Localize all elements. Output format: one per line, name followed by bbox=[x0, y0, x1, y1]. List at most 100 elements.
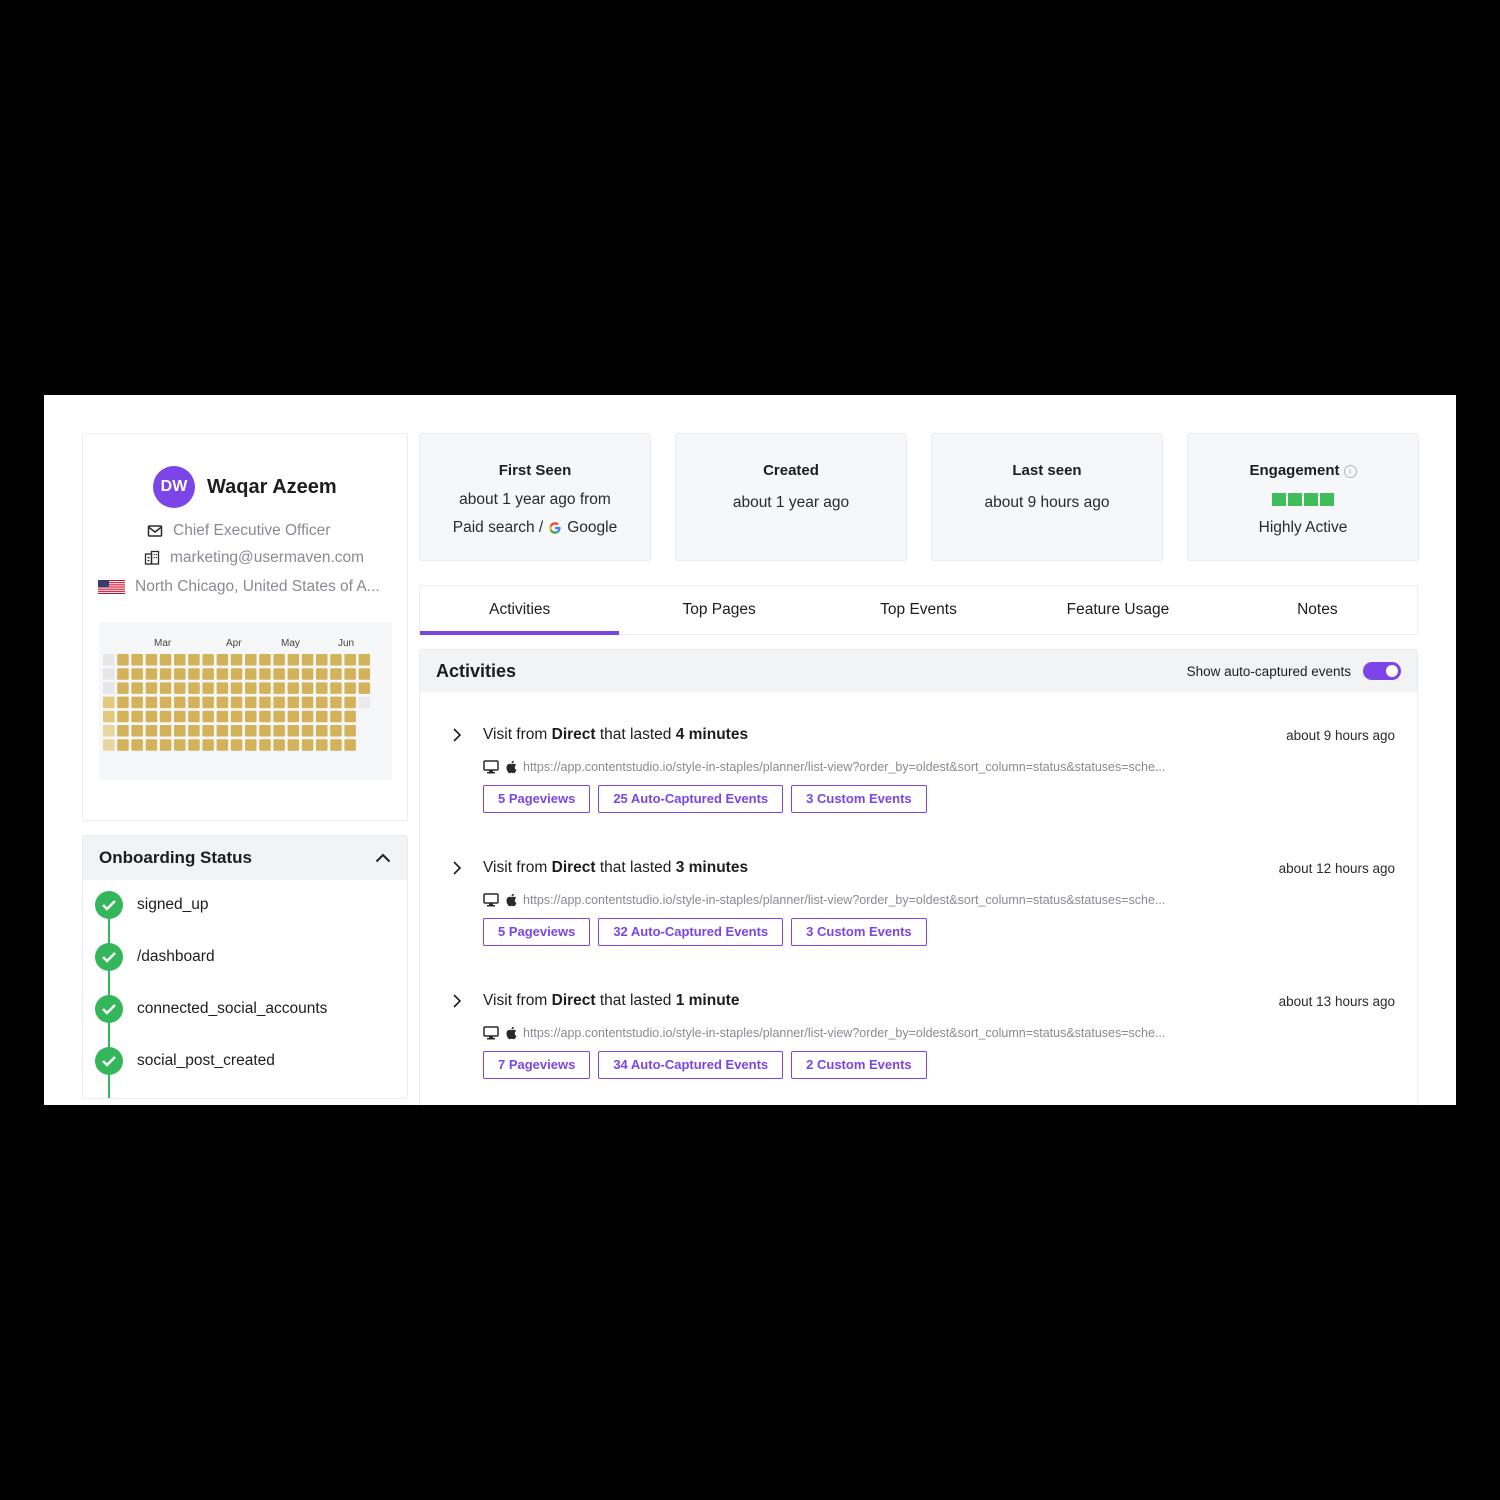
source-name: Google bbox=[567, 519, 618, 536]
heatmap-cell bbox=[159, 710, 172, 723]
heatmap-cell bbox=[259, 682, 271, 694]
apple-icon bbox=[506, 760, 517, 774]
heatmap-cell bbox=[330, 739, 342, 751]
visit-time: about 13 hours ago bbox=[1278, 994, 1395, 1009]
pageviews-chip[interactable]: 5 Pageviews bbox=[483, 785, 591, 813]
heatmap-cell bbox=[330, 668, 342, 680]
heatmap-cell bbox=[103, 696, 115, 709]
heatmap-cell bbox=[117, 668, 129, 680]
location: North Chicago, United States of A... bbox=[135, 578, 380, 595]
tab-feature-usage[interactable]: Feature Usage bbox=[1018, 586, 1217, 634]
mail-icon bbox=[147, 525, 163, 537]
visit-url[interactable]: https://app.contentstudio.io/style-in-st… bbox=[523, 893, 1165, 907]
heatmap-cell bbox=[259, 668, 271, 680]
heatmap-cell bbox=[230, 739, 243, 751]
activity-heatmap: Mar Apr May Jun bbox=[99, 622, 392, 780]
heatmap-cell bbox=[301, 710, 314, 723]
heatmap-cell bbox=[230, 654, 243, 666]
visit-item: Visit from Direct that lasted 3 minutes … bbox=[420, 859, 1417, 980]
engagement-value: Highly Active bbox=[1258, 519, 1348, 536]
heatmap-cell bbox=[259, 725, 271, 737]
heatmap-cell bbox=[287, 710, 300, 723]
heatmap-grid bbox=[103, 654, 371, 751]
engagement-bar bbox=[1272, 493, 1286, 506]
heatmap-cell bbox=[174, 654, 186, 666]
chevron-up-icon[interactable] bbox=[375, 853, 391, 863]
heatmap-cell bbox=[174, 696, 186, 709]
heatmap-cell bbox=[273, 668, 285, 680]
auto-captured-events-chip[interactable]: 25 Auto-Captured Events bbox=[598, 785, 784, 813]
heatmap-cell bbox=[344, 739, 356, 751]
visit-item: Visit from Direct that lasted 1 minute a… bbox=[420, 992, 1417, 1105]
heatmap-cell bbox=[188, 725, 200, 737]
heatmap-cell bbox=[330, 696, 342, 709]
visit-mid: that lasted bbox=[599, 726, 672, 743]
heatmap-cell bbox=[103, 739, 115, 751]
heatmap-cell bbox=[117, 739, 129, 751]
heatmap-cell bbox=[117, 654, 129, 666]
auto-captured-events-chip[interactable]: 34 Auto-Captured Events bbox=[598, 1051, 784, 1079]
visit-url[interactable]: https://app.contentstudio.io/style-in-st… bbox=[523, 1026, 1165, 1040]
custom-events-chip[interactable]: 2 Custom Events bbox=[791, 1051, 927, 1079]
heatmap-cell bbox=[188, 668, 200, 680]
heatmap-cell bbox=[216, 654, 229, 666]
heatmap-cell bbox=[358, 682, 371, 694]
heatmap-cell bbox=[145, 654, 158, 666]
heatmap-cell bbox=[230, 668, 243, 680]
heatmap-cell bbox=[188, 654, 200, 666]
heatmap-cell bbox=[301, 682, 314, 694]
heatmap-cell bbox=[344, 725, 356, 737]
heatmap-cell bbox=[131, 682, 143, 694]
tab-top-events[interactable]: Top Events bbox=[819, 586, 1018, 634]
visit-title: Visit from Direct that lasted 4 minutes bbox=[483, 726, 748, 744]
visit-title: Visit from Direct that lasted 3 minutes bbox=[483, 859, 748, 877]
heatmap-cell bbox=[174, 682, 186, 694]
chevron-right-icon[interactable] bbox=[452, 993, 462, 1009]
heatmap-cell bbox=[344, 696, 356, 709]
apple-icon bbox=[506, 1026, 517, 1040]
heatmap-cell bbox=[103, 654, 115, 666]
first-seen-value: about 1 year ago from bbox=[459, 491, 611, 508]
email: marketing@usermaven.com bbox=[170, 549, 365, 566]
heatmap-cell bbox=[316, 710, 328, 723]
custom-events-chip[interactable]: 3 Custom Events bbox=[791, 785, 927, 813]
custom-events-chip[interactable]: 3 Custom Events bbox=[791, 918, 927, 946]
us-flag-icon bbox=[98, 580, 125, 594]
visit-title: Visit from Direct that lasted 1 minute bbox=[483, 992, 739, 1010]
tab-top-pages[interactable]: Top Pages bbox=[619, 586, 818, 634]
tab-notes[interactable]: Notes bbox=[1218, 586, 1417, 634]
onboarding-header[interactable]: Onboarding Status bbox=[83, 836, 407, 880]
check-icon bbox=[95, 891, 123, 919]
visit-source: Direct bbox=[551, 859, 596, 876]
auto-captured-toggle[interactable] bbox=[1363, 662, 1401, 680]
heatmap-cell bbox=[273, 682, 285, 694]
visit-url[interactable]: https://app.contentstudio.io/style-in-st… bbox=[523, 760, 1165, 774]
heatmap-cell bbox=[316, 739, 328, 751]
heatmap-cell bbox=[245, 725, 257, 737]
visit-duration: 4 minutes bbox=[675, 726, 749, 743]
google-icon bbox=[549, 522, 561, 534]
visit-prefix: Visit from bbox=[483, 992, 548, 1009]
heatmap-cell bbox=[230, 725, 243, 737]
chevron-right-icon[interactable] bbox=[452, 860, 462, 876]
heatmap-cell bbox=[117, 682, 129, 694]
engagement-bar bbox=[1320, 493, 1334, 506]
heatmap-cell bbox=[131, 668, 143, 680]
pageviews-chip[interactable]: 5 Pageviews bbox=[483, 918, 591, 946]
heatmap-cell bbox=[301, 696, 314, 709]
info-icon[interactable]: i bbox=[1343, 464, 1357, 478]
heatmap-cell bbox=[202, 654, 214, 666]
tab-activities[interactable]: Activities bbox=[420, 586, 620, 635]
heatmap-cell bbox=[117, 710, 129, 723]
pageviews-chip[interactable]: 7 Pageviews bbox=[483, 1051, 591, 1079]
heatmap-cell bbox=[230, 682, 243, 694]
chevron-right-icon[interactable] bbox=[452, 727, 462, 743]
heatmap-cell bbox=[159, 668, 172, 680]
heatmap-cell bbox=[259, 696, 271, 709]
desktop-icon bbox=[483, 893, 499, 907]
first-seen-source: Paid search / Google bbox=[420, 519, 650, 537]
first-seen-card: First Seen about 1 year ago from Paid se… bbox=[419, 433, 651, 561]
auto-captured-events-chip[interactable]: 32 Auto-Captured Events bbox=[598, 918, 784, 946]
heatmap-cell bbox=[145, 696, 158, 709]
created-card: Created about 1 year ago bbox=[675, 433, 907, 561]
